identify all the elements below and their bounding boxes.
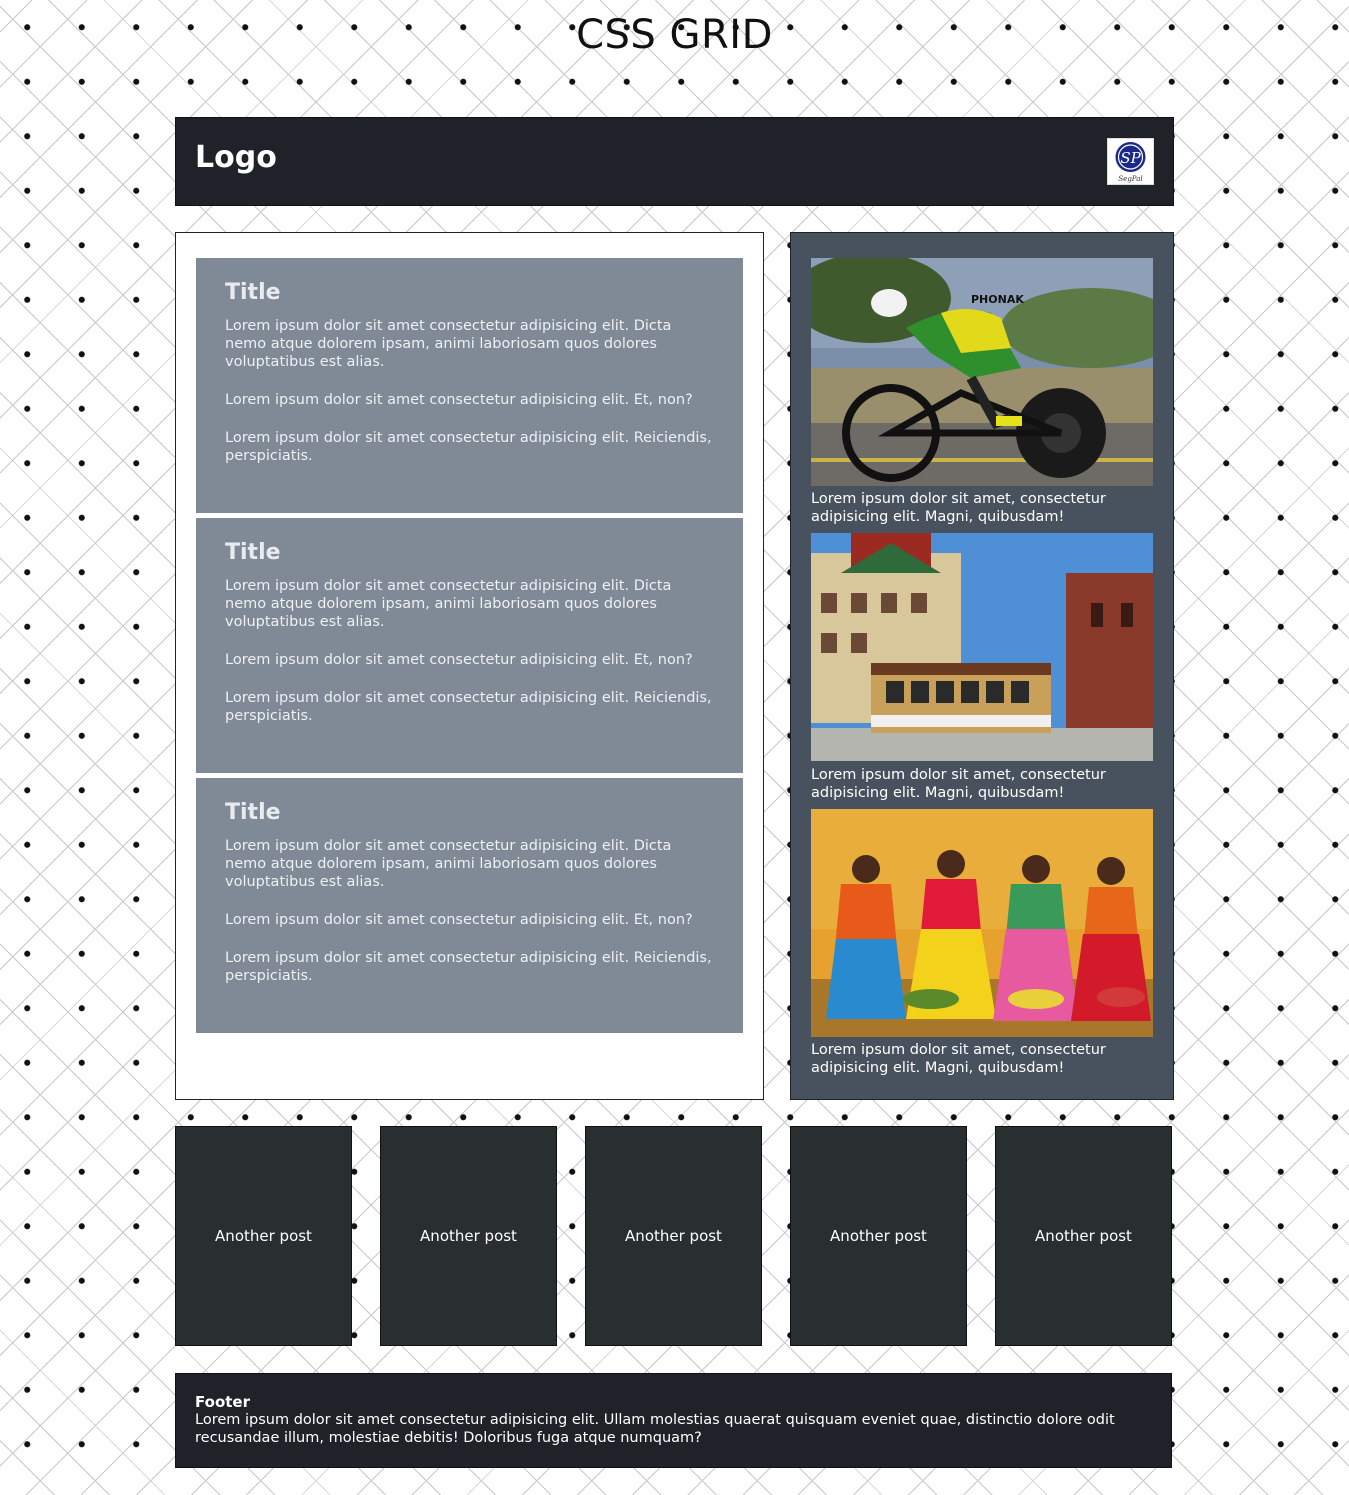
post-tile[interactable]: Another post	[790, 1126, 967, 1346]
post-tile[interactable]: Another post	[175, 1126, 352, 1346]
post-label: Another post	[215, 1227, 312, 1245]
site-footer: Footer Lorem ipsum dolor sit amet consec…	[175, 1373, 1172, 1468]
svg-text:PHONAK: PHONAK	[971, 293, 1024, 306]
card-paragraph: Lorem ipsum dolor sit amet consectetur a…	[225, 690, 712, 724]
photo-caption: Lorem ipsum dolor sit amet, consectetur …	[811, 1042, 1106, 1076]
post-tile[interactable]: Another post	[995, 1126, 1172, 1346]
photo-caption: Lorem ipsum dolor sit amet, consectetur …	[811, 767, 1106, 801]
svg-text:SegPal: SegPal	[1118, 175, 1142, 183]
card-paragraph: Lorem ipsum dolor sit amet consectetur a…	[225, 318, 672, 370]
post-tile[interactable]: Another post	[380, 1126, 557, 1346]
site-header: Logo SP SegPal	[175, 117, 1174, 206]
cyclist-photo: PHONAK	[811, 258, 1153, 486]
profile-avatar[interactable]: SP SegPal	[1107, 138, 1154, 185]
card-title: Title	[225, 800, 281, 825]
footer-title: Footer	[195, 1393, 250, 1411]
page-title: CSS GRID	[576, 12, 773, 58]
content-card: Title Lorem ipsum dolor sit amet consect…	[196, 778, 743, 1033]
card-title: Title	[225, 280, 281, 305]
card-title: Title	[225, 540, 281, 565]
content-card: Title Lorem ipsum dolor sit amet consect…	[196, 258, 743, 513]
card-paragraph: Lorem ipsum dolor sit amet consectetur a…	[225, 430, 712, 464]
sidebar: PHONAK Lorem ipsum dolor sit amet, conse…	[790, 232, 1174, 1100]
card-paragraph: Lorem ipsum dolor sit amet consectetur a…	[225, 652, 693, 668]
post-label: Another post	[830, 1227, 927, 1245]
card-paragraph: Lorem ipsum dolor sit amet consectetur a…	[225, 578, 672, 630]
card-paragraph: Lorem ipsum dolor sit amet consectetur a…	[225, 838, 672, 890]
logo[interactable]: Logo	[195, 140, 277, 175]
post-label: Another post	[420, 1227, 517, 1245]
main-content: Title Lorem ipsum dolor sit amet consect…	[175, 232, 764, 1100]
post-label: Another post	[1035, 1227, 1132, 1245]
post-tile[interactable]: Another post	[585, 1126, 762, 1346]
cable-car-photo	[811, 533, 1153, 761]
card-paragraph: Lorem ipsum dolor sit amet consectetur a…	[225, 392, 693, 408]
footer-text: Lorem ipsum dolor sit amet consectetur a…	[195, 1412, 1115, 1446]
svg-text:SP: SP	[1120, 149, 1141, 167]
women-photo	[811, 809, 1153, 1037]
post-label: Another post	[625, 1227, 722, 1245]
content-card: Title Lorem ipsum dolor sit amet consect…	[196, 518, 743, 773]
photo-caption: Lorem ipsum dolor sit amet, consectetur …	[811, 491, 1106, 525]
card-paragraph: Lorem ipsum dolor sit amet consectetur a…	[225, 912, 693, 928]
card-paragraph: Lorem ipsum dolor sit amet consectetur a…	[225, 950, 712, 984]
